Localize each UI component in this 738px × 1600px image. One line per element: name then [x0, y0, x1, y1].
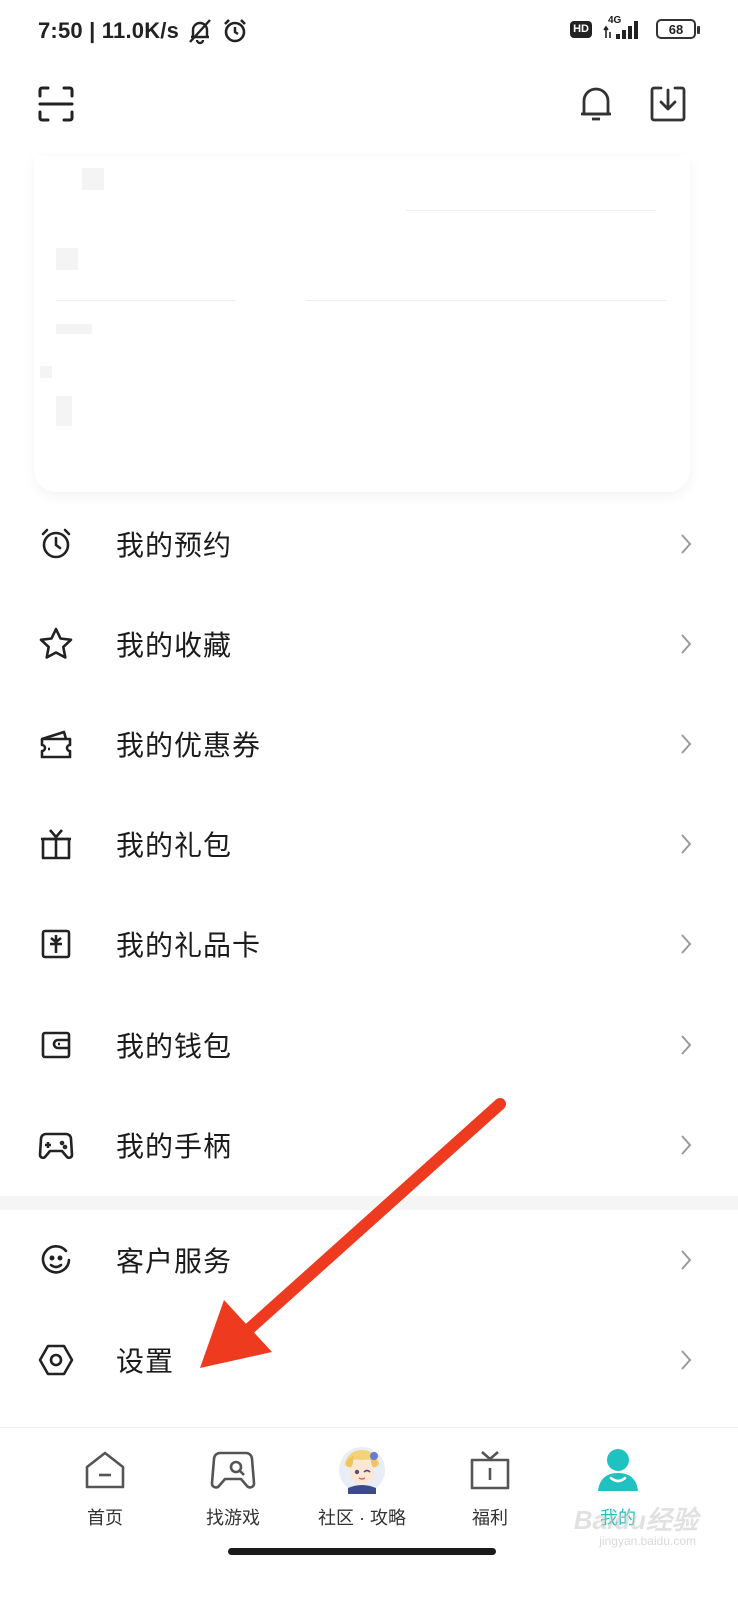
chevron-right-icon [678, 932, 694, 956]
menu-label: 我的手柄 [116, 1131, 233, 1162]
menu-label: 我的礼品卡 [116, 930, 262, 961]
menu-item-settings[interactable]: 设置 [0, 1310, 738, 1410]
chevron-right-icon [678, 1248, 694, 1272]
wallet-icon [38, 1027, 74, 1063]
menu-label: 我的预约 [116, 530, 233, 561]
menu-item-gamepad[interactable]: 我的手柄 [0, 1095, 738, 1195]
community-avatar-icon [338, 1446, 386, 1494]
chevron-right-icon [678, 532, 694, 556]
menu-item-customer-service[interactable]: 客户服务 [0, 1210, 738, 1310]
menu-item-coupons[interactable]: 我的优惠券 [0, 694, 738, 794]
menu-label: 设置 [116, 1346, 175, 1377]
profile-card[interactable] [34, 156, 690, 492]
welfare-icon [466, 1446, 514, 1494]
top-header [0, 70, 738, 140]
menu-item-gift-packs[interactable]: 我的礼包 [0, 794, 738, 894]
chevron-right-icon [678, 1133, 694, 1157]
alarm-status-icon [221, 17, 249, 45]
battery-indicator: 68 [656, 19, 700, 39]
section-divider [0, 1196, 738, 1210]
nav-label: 社区 · 攻略 [318, 1508, 406, 1528]
scan-icon[interactable] [34, 82, 78, 126]
chevron-right-icon [678, 1348, 694, 1372]
status-bar: 7:50 | 11.0K/s HD 4G 68 [0, 0, 738, 64]
bell-icon[interactable] [574, 82, 618, 126]
chevron-right-icon [678, 832, 694, 856]
nav-community[interactable]: 社区 · 攻略 [301, 1446, 423, 1536]
gift-icon [38, 826, 74, 862]
menu-label: 我的收藏 [116, 630, 233, 661]
menu-item-gift-cards[interactable]: 我的礼品卡 [0, 894, 738, 994]
signal-icon: 4G [602, 15, 646, 40]
profile-icon [594, 1446, 642, 1494]
watermark-url: jingyan.baidu.com [599, 1534, 696, 1548]
star-icon [38, 626, 74, 662]
status-time: 7:50 | 11.0K/s [38, 18, 180, 43]
menu-label: 我的礼包 [116, 830, 233, 861]
coupon-icon [38, 726, 74, 762]
chevron-right-icon [678, 632, 694, 656]
nav-find-game[interactable]: 找游戏 [173, 1446, 293, 1536]
nav-home[interactable]: 首页 [45, 1446, 165, 1536]
menu-item-reservations[interactable]: 我的预约 [0, 494, 738, 594]
nav-label: 首页 [87, 1508, 123, 1528]
find-game-icon [209, 1446, 257, 1494]
watermark: Baidu经验 [573, 1505, 698, 1535]
menu-label: 我的钱包 [116, 1031, 233, 1062]
home-icon [81, 1446, 129, 1494]
menu-item-wallet[interactable]: 我的钱包 [0, 995, 738, 1095]
nav-label: 福利 [472, 1508, 508, 1528]
menu-label: 客户服务 [116, 1246, 233, 1277]
menu-label: 我的优惠券 [116, 730, 262, 761]
chevron-right-icon [678, 732, 694, 756]
home-indicator[interactable] [228, 1548, 496, 1555]
gift-card-icon [38, 926, 74, 962]
nav-welfare[interactable]: 福利 [430, 1446, 550, 1536]
menu-item-favorites[interactable]: 我的收藏 [0, 594, 738, 694]
mute-bell-icon [185, 16, 215, 46]
download-icon[interactable] [646, 82, 690, 126]
customer-service-icon [38, 1242, 74, 1278]
gamepad-icon [38, 1127, 74, 1163]
hd-badge: HD [570, 20, 592, 38]
chevron-right-icon [678, 1033, 694, 1057]
settings-icon [38, 1342, 74, 1378]
nav-label: 找游戏 [206, 1508, 260, 1528]
alarm-clock-icon [38, 526, 74, 562]
